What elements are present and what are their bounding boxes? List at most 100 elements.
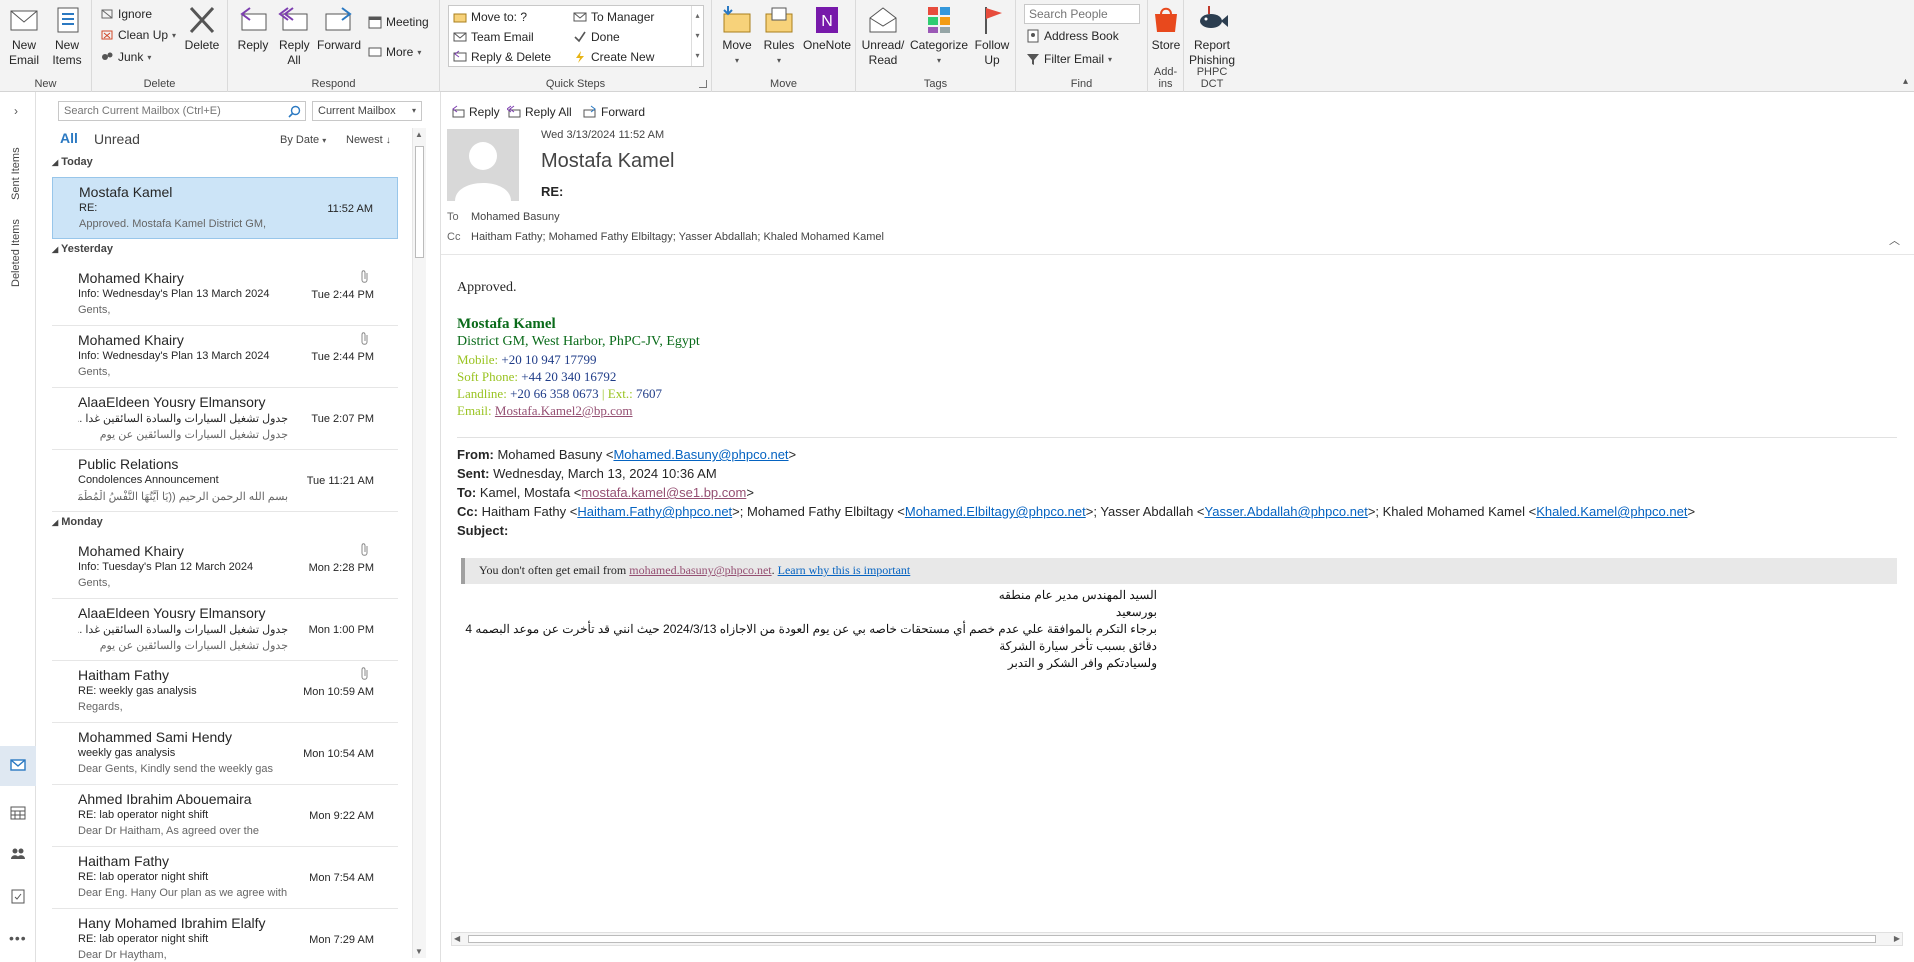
onenote-button[interactable]: N OneNote	[800, 4, 854, 53]
message-row[interactable]: Mohamed Khairy Info: Tuesday's Plan 12 M…	[52, 537, 398, 599]
rules-button[interactable]: Rules ▾	[760, 4, 798, 68]
new-email-button[interactable]: New Email	[4, 4, 44, 68]
section-header-yesterday[interactable]: ◢ Yesterday	[52, 243, 113, 255]
delete-button[interactable]: Delete	[180, 4, 224, 53]
orig-cc2-email-link[interactable]: Mohamed.Elbiltagy@phpco.net	[905, 504, 1086, 519]
delete-label: Delete	[184, 38, 220, 52]
unread-read-button[interactable]: Unread/ Read	[860, 4, 906, 68]
quick-step-create-new[interactable]: Create New	[573, 50, 654, 64]
report-phishing-button[interactable]: Report Phishing	[1184, 4, 1240, 68]
sender-avatar[interactable]	[447, 129, 519, 201]
move-button[interactable]: Move ▾	[716, 4, 758, 68]
message-row[interactable]: AlaaEldeen Yousry Elmansory جدول تشغيل ا…	[52, 388, 398, 450]
tasks-icon[interactable]	[10, 888, 26, 904]
search-people-input[interactable]	[1024, 4, 1140, 24]
search-icon[interactable]	[288, 105, 301, 118]
scrollbar-thumb[interactable]	[415, 146, 424, 258]
quick-step-move-to[interactable]: Move to: ?	[453, 10, 527, 24]
nav-deleted-items[interactable]: Deleted Items	[10, 219, 22, 287]
scroll-left-icon[interactable]: ◀	[454, 934, 460, 943]
new-items-button[interactable]: New Items	[46, 4, 88, 68]
message-row[interactable]: Mostafa Kamel RE: Approved. Mostafa Kame…	[52, 177, 398, 239]
quick-step-to-manager[interactable]: To Manager	[573, 10, 654, 24]
arabic-line: برجاء التكرم بالموافقة علي عدم خصم أي مس…	[465, 622, 1157, 653]
section-header-today[interactable]: ◢ Today	[52, 156, 93, 168]
quick-step-team-email[interactable]: Team Email	[453, 30, 534, 44]
reply-all-button[interactable]: Reply All	[274, 4, 314, 68]
message-row[interactable]: Public Relations Condolences Announcemen…	[52, 450, 398, 512]
orig-from-email-link[interactable]: Mohamed.Basuny@phpco.net	[613, 447, 788, 462]
attachment-icon	[361, 270, 368, 283]
arrow-down-icon: ↓	[385, 135, 391, 146]
filter-tab-all[interactable]: All	[60, 130, 78, 146]
message-row[interactable]: Haitham Fathy RE: weekly gas analysis Re…	[52, 661, 398, 723]
forward-button[interactable]: Forward	[316, 4, 362, 53]
clean-up-button[interactable]: Clean Up ▾	[100, 28, 176, 42]
follow-up-button[interactable]: Follow Up	[972, 4, 1014, 68]
people-icon[interactable]	[10, 847, 26, 861]
message-subject: Info: Tuesday's Plan 12 March 2024	[78, 561, 254, 573]
junk-button[interactable]: Junk ▾	[100, 50, 151, 64]
message-sender: Mohamed Khairy	[78, 270, 184, 286]
message-time: 11:52 AM	[327, 203, 373, 215]
quick-steps-scroll[interactable]: ▴ ▾ ▾	[691, 6, 703, 66]
message-subject: Condolences Announcement	[78, 474, 219, 486]
scroll-up-icon[interactable]: ▲	[415, 130, 423, 139]
message-row[interactable]: Ahmed Ibrahim Abouemaira RE: lab operato…	[52, 785, 398, 847]
message-preview: Gents,	[78, 577, 111, 589]
scroll-down-icon[interactable]: ▼	[415, 947, 423, 956]
filter-tab-unread[interactable]: Unread	[94, 131, 140, 147]
reading-reply-button[interactable]: Reply	[451, 105, 500, 119]
quick-step-done[interactable]: Done	[573, 30, 620, 44]
orig-cc1-email-link[interactable]: Haitham.Fathy@phpco.net	[577, 504, 732, 519]
reading-horizontal-scrollbar[interactable]: ◀ ▶	[451, 932, 1903, 946]
expand-folder-pane-icon[interactable]: ›	[14, 104, 18, 118]
message-row[interactable]: Mohamed Khairy Info: Wednesday's Plan 13…	[52, 326, 398, 388]
collapse-ribbon-icon[interactable]: ▴	[1903, 76, 1908, 87]
categorize-button[interactable]: Categorize ▾	[908, 4, 970, 68]
message-list-scrollbar[interactable]: ▲ ▼	[412, 128, 426, 958]
message-time: Mon 1:00 PM	[308, 624, 374, 636]
nav-sent-items[interactable]: Sent Items	[10, 147, 22, 200]
message-sender-name[interactable]: Mostafa Kamel	[541, 150, 674, 173]
search-scope-dropdown[interactable]: Current Mailbox ▾	[312, 101, 422, 121]
ignore-button[interactable]: Ignore	[100, 7, 152, 21]
store-button[interactable]: Store	[1148, 4, 1184, 53]
address-book-button[interactable]: Address Book	[1026, 29, 1119, 43]
dialog-launcher-icon[interactable]	[699, 80, 707, 88]
reply-button[interactable]: Reply	[232, 4, 274, 53]
sort-order-toggle[interactable]: Newest ↓	[346, 134, 391, 146]
orig-to-email-link[interactable]: mostafa.kamel@se1.bp.com	[581, 485, 746, 500]
to-recipients[interactable]: Mohamed Basuny	[471, 211, 560, 223]
sort-by-dropdown[interactable]: By Date ▾	[280, 134, 326, 146]
reading-forward-button[interactable]: Forward	[583, 105, 645, 119]
scrollbar-thumb[interactable]	[468, 935, 1876, 943]
quick-step-reply-delete[interactable]: Reply & Delete	[453, 50, 551, 64]
search-box[interactable]	[58, 101, 306, 121]
message-row[interactable]: Mohamed Khairy Info: Wednesday's Plan 13…	[52, 264, 398, 326]
nav-mail[interactable]	[0, 746, 36, 786]
cc-recipients[interactable]: Haitham Fathy; Mohamed Fathy Elbiltagy; …	[471, 231, 884, 243]
message-row[interactable]: Mohammed Sami Hendy weekly gas analysis …	[52, 723, 398, 785]
more-respond-button[interactable]: More ▾	[368, 45, 421, 59]
scroll-right-icon[interactable]: ▶	[1894, 934, 1900, 943]
folder-move-icon	[453, 13, 467, 23]
search-input[interactable]	[59, 102, 281, 120]
message-row[interactable]: AlaaEldeen Yousry Elmansory جدول تشغيل ا…	[52, 599, 398, 661]
message-row[interactable]: Haitham Fathy RE: lab operator night shi…	[52, 847, 398, 909]
orig-cc3-email-link[interactable]: Yasser.Abdallah@phpco.net	[1205, 504, 1368, 519]
learn-why-link[interactable]: Learn why this is important	[778, 563, 911, 577]
orig-cc4-email-link[interactable]: Khaled.Kamel@phpco.net	[1536, 504, 1687, 519]
message-row[interactable]: Hany Mohamed Ibrahim Elalfy RE: lab oper…	[52, 909, 398, 962]
collapse-header-icon[interactable]: ︿	[1889, 232, 1900, 248]
section-header-monday[interactable]: ◢ Monday	[52, 516, 103, 528]
reading-reply-all-button[interactable]: Reply All	[507, 105, 572, 119]
orig-cc-label: Cc:	[457, 504, 478, 519]
signature-email-link[interactable]: Mostafa.Kamel2@bp.com	[495, 403, 633, 418]
meeting-button[interactable]: Meeting	[368, 15, 429, 29]
filter-email-button[interactable]: Filter Email ▾	[1026, 52, 1112, 66]
notice-email-link[interactable]: mohamed.basuny@phpco.net	[629, 563, 771, 577]
more-apps-icon[interactable]: •••	[9, 930, 27, 946]
chevron-down-icon: ▾	[172, 30, 177, 40]
calendar-icon[interactable]	[10, 806, 26, 820]
